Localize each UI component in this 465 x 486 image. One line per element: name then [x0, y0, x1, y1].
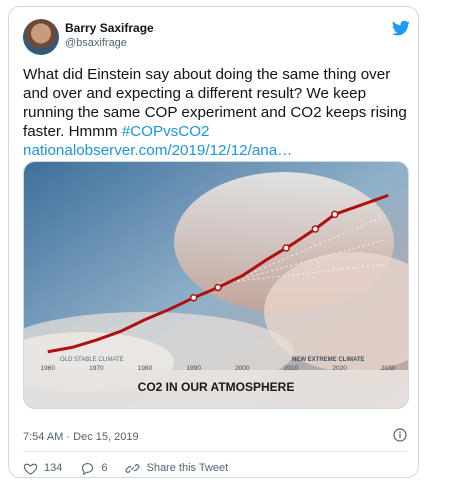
- tweet-timestamp[interactable]: 7:54 AM · Dec 15, 2019: [23, 431, 139, 443]
- tweet-text: What did Einstein say about doing the sa…: [23, 65, 407, 160]
- reply-count: 6: [101, 462, 108, 474]
- data-point: [214, 283, 222, 292]
- tweet-body: What did Einstein say about doing the sa…: [23, 66, 407, 140]
- article-link[interactable]: nationalobserver.com/2019/12/12/ana…: [23, 142, 292, 159]
- annotation-new-climate: NEW EXTREME CLIMATE: [292, 357, 365, 363]
- data-point: [189, 293, 198, 302]
- x-tick-label: 1990: [186, 365, 201, 372]
- twitter-bird-icon[interactable]: [391, 19, 411, 37]
- co2-chart: 1960 1970 1980 1990 2000 2010 2020 2030 OLD STA…: [24, 162, 408, 408]
- data-point: [331, 210, 339, 219]
- like-count: 134: [44, 462, 63, 474]
- chart-image[interactable]: 1960 1970 1980 1990 2000 2010 2020 2030 OLD STA…: [23, 161, 409, 409]
- hashtag-link[interactable]: #COPvsCO2: [122, 123, 210, 140]
- reply-button[interactable]: 6: [80, 461, 107, 476]
- action-bar: 134 6 Share this Tweet: [23, 459, 246, 477]
- avatar[interactable]: [23, 19, 59, 55]
- like-button[interactable]: 134: [23, 461, 62, 476]
- chart-title: CO2 IN OUR ATMOSPHERE: [138, 380, 295, 394]
- info-icon[interactable]: [393, 428, 407, 442]
- divider: [23, 451, 407, 452]
- heart-icon: [23, 463, 38, 475]
- reply-icon: [82, 462, 94, 475]
- annotation-old-climate: OLD STABLE CLIMATE: [60, 357, 124, 363]
- author-handle[interactable]: @bsaxifrage: [65, 37, 127, 49]
- author-name[interactable]: Barry Saxifrage: [65, 21, 154, 35]
- data-point: [282, 244, 290, 252]
- x-tick-label: 2010: [284, 365, 299, 372]
- tweet-card: Barry Saxifrage @bsaxifrage What did Ein…: [8, 6, 419, 478]
- x-tick-label: 1980: [138, 365, 153, 372]
- share-button[interactable]: Share this Tweet: [125, 461, 228, 476]
- x-tick-label: 1960: [40, 365, 55, 372]
- data-point: [311, 225, 320, 233]
- x-tick-label: 2020: [332, 365, 347, 372]
- x-tick-label: 1970: [89, 365, 104, 372]
- share-icon: [126, 463, 140, 473]
- share-label: Share this Tweet: [146, 462, 229, 474]
- x-tick-label: 2030: [381, 365, 396, 372]
- x-tick-label: 2000: [235, 365, 250, 372]
